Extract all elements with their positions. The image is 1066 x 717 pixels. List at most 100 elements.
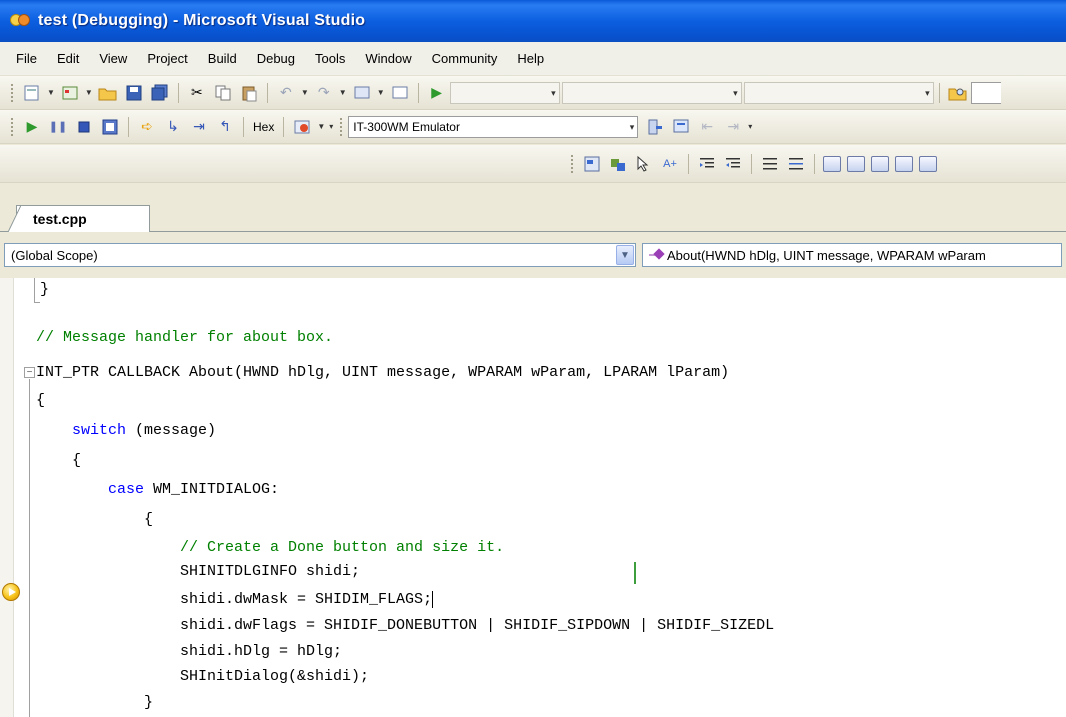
search-box[interactable] — [970, 81, 1001, 104]
code-line-6: switch (message) — [36, 419, 216, 443]
device-security-icon[interactable] — [670, 116, 692, 138]
save-all-icon[interactable] — [149, 82, 171, 104]
code-line-3: // Message handler for about box. — [36, 329, 334, 346]
code-case-label: WM_INITDIALOG: — [144, 481, 280, 498]
uncomment-icon[interactable] — [785, 153, 807, 175]
font-size-icon[interactable]: A+ — [659, 153, 681, 175]
add-item-icon[interactable] — [59, 82, 81, 104]
toolbar-grip[interactable] — [339, 116, 344, 137]
redo-icon[interactable]: ↷ — [313, 82, 335, 104]
keyword-case: case — [36, 481, 145, 498]
test-dialog-icon[interactable] — [581, 153, 603, 175]
navigate-icon[interactable] — [351, 82, 373, 104]
menu-debug[interactable]: Debug — [247, 51, 305, 66]
navigation-bar: (Global Scope) ▼ About(HWND hDlg, UINT m… — [0, 232, 1066, 278]
tab-test-cpp[interactable]: test.cpp — [7, 205, 150, 234]
step-out-icon[interactable]: ↰ — [214, 116, 236, 138]
toolbar-options-icon[interactable]: ▾ — [748, 122, 752, 131]
code-line-16: } — [36, 694, 154, 711]
continue-icon[interactable]: ▶ — [21, 116, 43, 138]
menu-help[interactable]: Help — [507, 51, 554, 66]
outline-guide — [34, 278, 35, 302]
bookmark-icon[interactable] — [823, 155, 841, 172]
chevron-down-icon: ▾ — [733, 87, 738, 98]
menu-bar: File Edit View Project Build Debug Tools… — [0, 42, 1066, 76]
pointer-icon[interactable] — [633, 153, 655, 175]
show-next-statement-icon[interactable]: ➪ — [136, 116, 158, 138]
scope-combo[interactable]: (Global Scope) ▼ — [4, 243, 636, 267]
member-combo[interactable]: About(HWND hDlg, UINT message, WPARAM wP… — [642, 243, 1062, 267]
window-icon[interactable] — [389, 82, 411, 104]
code-line-10: // Create a Done button and size it. — [36, 539, 505, 556]
code-line-4: INT_PTR CALLBACK About(HWND hDlg, UINT m… — [36, 364, 730, 381]
next-bookmark-icon[interactable] — [871, 155, 889, 172]
layout-toolbar: A+ — [0, 145, 1066, 183]
collapse-icon[interactable]: − — [24, 367, 35, 378]
step-into-icon[interactable]: ↳ — [162, 116, 184, 138]
menu-view[interactable]: View — [89, 51, 137, 66]
code-line-5: { — [36, 392, 46, 409]
find-combo[interactable]: ▾ — [743, 81, 934, 104]
menu-edit[interactable]: Edit — [47, 51, 89, 66]
keyword-switch: switch — [36, 422, 127, 439]
window-title: test (Debugging) - Microsoft Visual Stud… — [38, 12, 366, 29]
menu-file[interactable]: File — [6, 51, 47, 66]
prev-bookmark-folder-icon[interactable] — [895, 155, 913, 172]
menu-project[interactable]: Project — [137, 51, 197, 66]
format-left-icon[interactable]: ⇤ — [696, 116, 718, 138]
find-in-files-icon[interactable] — [947, 82, 969, 104]
next-bookmark-folder-icon[interactable] — [919, 155, 937, 172]
format-right-icon[interactable]: ⇥ — [722, 116, 744, 138]
menu-community[interactable]: Community — [422, 51, 508, 66]
chevron-down-icon[interactable]: ▼ — [85, 88, 93, 97]
menu-build[interactable]: Build — [198, 51, 247, 66]
configuration-combo[interactable]: ▾ — [449, 81, 560, 104]
decrease-indent-icon[interactable] — [696, 153, 718, 175]
connect-device-icon[interactable] — [644, 116, 666, 138]
code-line-8: case WM_INITDIALOG: — [36, 478, 279, 502]
step-over-icon[interactable]: ⇥ — [188, 116, 210, 138]
restart-icon[interactable] — [99, 116, 121, 138]
pause-icon[interactable]: ❚❚ — [47, 116, 69, 138]
chevron-down-icon[interactable]: ▼ — [616, 245, 634, 265]
chevron-down-icon[interactable]: ▼ — [339, 88, 347, 97]
save-icon[interactable] — [123, 82, 145, 104]
platform-combo[interactable]: ▾ — [561, 81, 742, 104]
paste-icon[interactable] — [238, 82, 260, 104]
visual-studio-icon — [10, 12, 32, 30]
chevron-down-icon[interactable]: ▼ — [317, 122, 325, 131]
toolbar-grip[interactable] — [10, 116, 14, 137]
menu-window[interactable]: Window — [355, 51, 421, 66]
menu-tools[interactable]: Tools — [305, 51, 355, 66]
prev-bookmark-icon[interactable] — [847, 155, 865, 172]
target-device-combo[interactable]: IT-300WM Emulator ▾ — [348, 115, 639, 138]
stop-icon[interactable] — [73, 116, 95, 138]
new-project-icon[interactable] — [21, 82, 43, 104]
toolbar-options-icon[interactable]: ▾ — [329, 122, 333, 131]
code-line-11: SHINITDLGINFO shidi; — [36, 563, 361, 580]
indicator-margin[interactable] — [0, 278, 14, 717]
copy-icon[interactable] — [212, 82, 234, 104]
toolbar-grip[interactable] — [10, 82, 14, 103]
breakpoints-window-icon[interactable] — [291, 116, 313, 138]
code-area[interactable]: − } // Message handler for about box. IN… — [22, 278, 1066, 717]
code-line-13: shidi.dwFlags = SHIDIF_DONEBUTTON | SHID… — [36, 617, 775, 634]
align-controls-icon[interactable] — [607, 153, 629, 175]
change-indicator — [634, 562, 636, 584]
chevron-down-icon[interactable]: ▼ — [377, 88, 385, 97]
hex-toggle[interactable]: Hex — [253, 120, 274, 134]
cut-icon[interactable]: ✂ — [186, 82, 208, 104]
comment-icon[interactable] — [759, 153, 781, 175]
code-line-14: shidi.hDlg = hDlg; — [36, 643, 343, 660]
debug-toolbar: ▶ ❚❚ ➪ ↳ ⇥ ↰ Hex ▼ ▾ IT-300WM Emulator ▾… — [0, 110, 1066, 144]
chevron-down-icon[interactable]: ▼ — [47, 88, 55, 97]
chevron-down-icon[interactable]: ▼ — [301, 88, 309, 97]
toolbar-grip[interactable] — [570, 153, 574, 174]
code-line-12-current: shidi.dwMask = SHIDIM_FLAGS; — [36, 588, 434, 612]
open-folder-icon[interactable] — [97, 82, 119, 104]
increase-indent-icon[interactable] — [722, 153, 744, 175]
start-debugging-icon[interactable]: ▶ — [426, 82, 448, 104]
undo-icon[interactable]: ↶ — [275, 82, 297, 104]
code-editor[interactable]: − } // Message handler for about box. IN… — [0, 278, 1066, 717]
title-bar: test (Debugging) - Microsoft Visual Stud… — [0, 0, 1066, 42]
